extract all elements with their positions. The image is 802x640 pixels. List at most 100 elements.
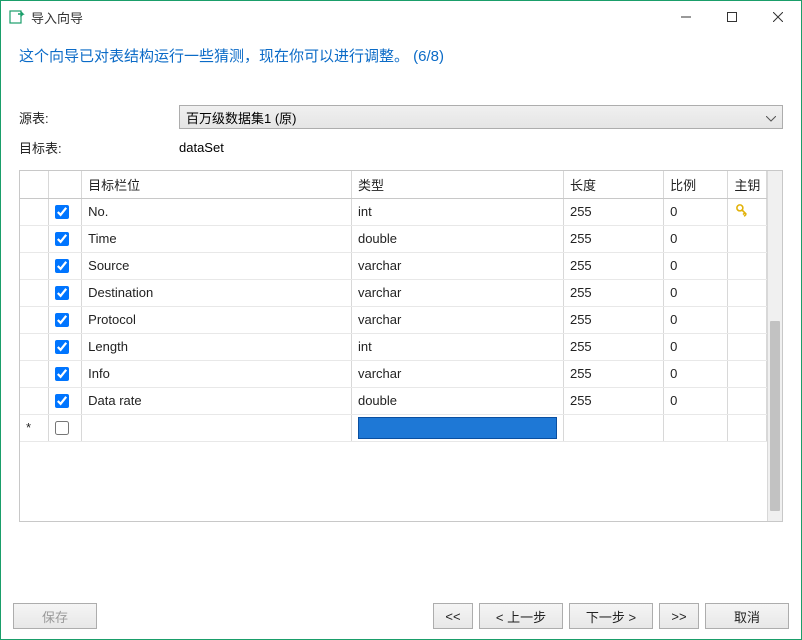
cell-scale[interactable]: 0 — [664, 306, 728, 333]
cell-scale[interactable]: 0 — [664, 225, 728, 252]
row-header[interactable] — [20, 225, 48, 252]
row-checkbox[interactable] — [55, 205, 69, 219]
vertical-scrollbar[interactable] — [767, 171, 782, 521]
cell-type[interactable]: varchar — [351, 306, 563, 333]
table-row[interactable]: No.int2550 — [20, 198, 767, 225]
row-header[interactable] — [20, 252, 48, 279]
row-checkbox[interactable] — [55, 394, 69, 408]
grid-header-key[interactable]: 主钥 — [728, 171, 767, 198]
cell-field[interactable]: No. — [82, 198, 352, 225]
table-row[interactable]: Destinationvarchar2550 — [20, 279, 767, 306]
row-checkbox[interactable] — [55, 313, 69, 327]
titlebar: 导入向导 — [1, 1, 801, 33]
cell-field[interactable]: Source — [82, 252, 352, 279]
cell-length[interactable]: 255 — [563, 279, 663, 306]
cancel-button[interactable]: 取消 — [705, 603, 789, 629]
row-checkbox-cell[interactable] — [48, 306, 81, 333]
table-row[interactable]: Protocolvarchar2550 — [20, 306, 767, 333]
row-checkbox-cell[interactable] — [48, 387, 81, 414]
cell-key[interactable] — [728, 198, 767, 225]
first-button[interactable]: << — [433, 603, 473, 629]
row-checkbox-cell[interactable] — [48, 198, 81, 225]
maximize-button[interactable] — [709, 1, 755, 33]
row-checkbox[interactable] — [55, 259, 69, 273]
cell-field[interactable]: Data rate — [82, 387, 352, 414]
cell-key[interactable] — [728, 387, 767, 414]
row-checkbox-cell[interactable] — [48, 360, 81, 387]
cell-field[interactable]: Destination — [82, 279, 352, 306]
cell-scale[interactable]: 0 — [664, 333, 728, 360]
row-header[interactable] — [20, 306, 48, 333]
cell-key[interactable] — [728, 306, 767, 333]
cell-scale[interactable]: 0 — [664, 387, 728, 414]
row-header[interactable] — [20, 279, 48, 306]
cell-scale[interactable]: 0 — [664, 279, 728, 306]
cell-type[interactable]: varchar — [351, 252, 563, 279]
row-checkbox[interactable] — [55, 367, 69, 381]
cell-type[interactable]: varchar — [351, 279, 563, 306]
row-checkbox-cell[interactable] — [48, 279, 81, 306]
cell-field[interactable]: Info — [82, 360, 352, 387]
grid-header-type[interactable]: 类型 — [351, 171, 563, 198]
grid-header-length[interactable]: 长度 — [563, 171, 663, 198]
cell-key[interactable] — [728, 360, 767, 387]
cell-length[interactable]: 255 — [563, 306, 663, 333]
cell-length[interactable]: 255 — [563, 225, 663, 252]
cell-key[interactable] — [728, 333, 767, 360]
source-table-combo[interactable]: 百万级数据集1 (原) — [179, 105, 783, 129]
row-header[interactable] — [20, 333, 48, 360]
cell-key[interactable] — [728, 414, 767, 441]
table-row-new[interactable]: * — [20, 414, 767, 441]
row-checkbox[interactable] — [55, 340, 69, 354]
cell-scale[interactable]: 0 — [664, 360, 728, 387]
cell-type[interactable]: double — [351, 387, 563, 414]
table-row[interactable]: Data ratedouble2550 — [20, 387, 767, 414]
cell-type[interactable]: int — [351, 333, 563, 360]
cell-scale[interactable] — [664, 414, 728, 441]
cell-key[interactable] — [728, 225, 767, 252]
cell-length[interactable]: 255 — [563, 333, 663, 360]
cell-length[interactable] — [563, 414, 663, 441]
cell-field[interactable]: Time — [82, 225, 352, 252]
table-row[interactable]: Sourcevarchar2550 — [20, 252, 767, 279]
scrollbar-thumb[interactable] — [770, 321, 780, 511]
cell-field[interactable]: Length — [82, 333, 352, 360]
last-button[interactable]: >> — [659, 603, 699, 629]
next-button[interactable]: 下一步 > — [569, 603, 653, 629]
cell-type[interactable]: double — [351, 225, 563, 252]
cell-key[interactable] — [728, 279, 767, 306]
cell-key[interactable] — [728, 252, 767, 279]
cell-field[interactable] — [82, 414, 352, 441]
cell-scale[interactable]: 0 — [664, 252, 728, 279]
minimize-button[interactable] — [663, 1, 709, 33]
table-row[interactable]: Lengthint2550 — [20, 333, 767, 360]
row-checkbox-cell[interactable] — [48, 333, 81, 360]
table-row[interactable]: Infovarchar2550 — [20, 360, 767, 387]
cell-field[interactable]: Protocol — [82, 306, 352, 333]
cell-length[interactable]: 255 — [563, 387, 663, 414]
target-table-value: dataSet — [179, 140, 783, 155]
row-checkbox-cell[interactable] — [48, 252, 81, 279]
grid-header-check[interactable] — [48, 171, 81, 198]
cell-type[interactable]: int — [351, 198, 563, 225]
cell-scale[interactable]: 0 — [664, 198, 728, 225]
row-header[interactable] — [20, 198, 48, 225]
cell-type[interactable]: varchar — [351, 360, 563, 387]
row-checkbox[interactable] — [55, 286, 69, 300]
row-header[interactable] — [20, 360, 48, 387]
save-button[interactable]: 保存 — [13, 603, 97, 629]
row-header[interactable] — [20, 387, 48, 414]
grid-header-scale[interactable]: 比例 — [664, 171, 728, 198]
cell-length[interactable]: 255 — [563, 252, 663, 279]
grid-header-field[interactable]: 目标栏位 — [82, 171, 352, 198]
cell-length[interactable]: 255 — [563, 360, 663, 387]
table-row[interactable]: Timedouble2550 — [20, 225, 767, 252]
row-checkbox[interactable] — [55, 232, 69, 246]
row-checkbox[interactable] — [55, 421, 69, 435]
prev-button[interactable]: < 上一步 — [479, 603, 563, 629]
cell-length[interactable]: 255 — [563, 198, 663, 225]
cell-type-selected[interactable] — [351, 414, 563, 441]
row-checkbox-cell[interactable] — [48, 414, 81, 441]
close-button[interactable] — [755, 1, 801, 33]
row-checkbox-cell[interactable] — [48, 225, 81, 252]
